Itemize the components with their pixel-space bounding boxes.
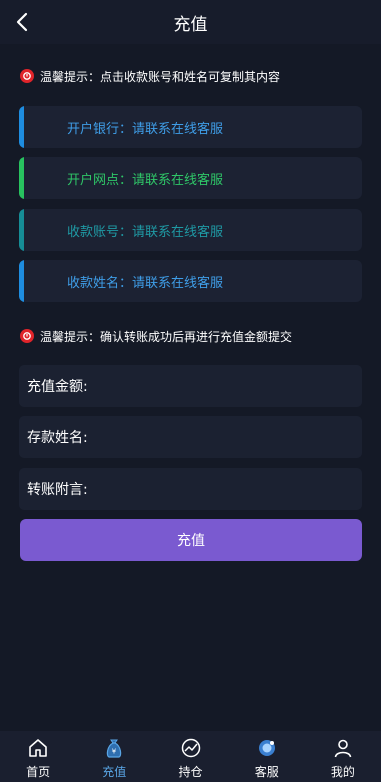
account-value[interactable]: 请联系在线客服	[132, 221, 223, 240]
tab-positions[interactable]: 持仓	[152, 731, 228, 782]
back-button[interactable]	[8, 8, 36, 36]
account-card[interactable]: 收款账号： 请联系在线客服	[19, 209, 362, 251]
amount-field[interactable]: 充值金额:	[19, 365, 362, 407]
chart-icon	[179, 736, 203, 760]
tab-recharge[interactable]: ¥ 充值	[76, 731, 152, 782]
amount-label: 充值金额:	[27, 379, 88, 395]
moneybag-icon: ¥	[102, 736, 126, 760]
tab-positions-label: 持仓	[178, 765, 203, 779]
payee-name-label: 收款姓名：	[67, 275, 133, 291]
tab-recharge-label: 充值	[102, 765, 127, 779]
account-card-bar	[19, 209, 24, 251]
page-title: 充值	[173, 14, 208, 35]
copy-tip: 温馨提示：点击收款账号和姓名可复制其内容	[20, 66, 280, 86]
account-label: 收款账号：	[67, 224, 133, 240]
transfer-note-field[interactable]: 转账附言:	[19, 468, 362, 510]
depositor-name-input[interactable]	[87, 416, 362, 458]
depositor-name-field[interactable]: 存款姓名:	[19, 416, 362, 458]
alert-icon	[20, 69, 34, 83]
branch-value: 请联系在线客服	[132, 172, 224, 188]
home-icon	[26, 736, 50, 760]
alert-icon	[20, 329, 34, 343]
payee-name-card[interactable]: 收款姓名： 请联系在线客服	[19, 260, 362, 302]
tab-profile[interactable]: 我的	[305, 731, 381, 782]
bank-card: 开户银行： 请联系在线客服	[19, 106, 362, 148]
depositor-name-label: 存款姓名:	[27, 430, 88, 446]
tab-home-label: 首页	[26, 765, 51, 779]
bank-value: 请联系在线客服	[132, 121, 224, 137]
submit-tip: 温馨提示：确认转账成功后再进行充值金额提交	[20, 326, 292, 346]
bank-card-bar	[19, 106, 24, 148]
payee-name-value[interactable]: 请联系在线客服	[132, 272, 223, 291]
transfer-note-input[interactable]	[87, 468, 362, 510]
svg-text:¥: ¥	[112, 748, 117, 756]
branch-label: 开户网点：	[67, 172, 133, 188]
transfer-note-label: 转账附言:	[27, 482, 88, 498]
amount-input[interactable]	[87, 365, 362, 407]
support-icon	[255, 736, 279, 760]
submit-button[interactable]: 充值	[20, 519, 362, 561]
branch-card-bar	[19, 157, 24, 199]
submit-tip-text: 温馨提示：确认转账成功后再进行充值金额提交	[40, 329, 293, 344]
tab-support-label: 客服	[254, 765, 279, 779]
header-bar: 充值	[0, 0, 381, 44]
branch-card: 开户网点： 请联系在线客服	[19, 157, 362, 199]
copy-tip-text: 温馨提示：点击收款账号和姓名可复制其内容	[40, 69, 281, 84]
tab-support[interactable]: 客服	[229, 731, 305, 782]
bank-label: 开户银行：	[67, 121, 133, 137]
tab-profile-label: 我的	[330, 765, 355, 779]
payee-name-card-bar	[19, 260, 24, 302]
chevron-left-icon	[16, 12, 28, 32]
bottom-tab-bar: 首页 ¥ 充值 持仓 客服 我的	[0, 731, 381, 782]
tab-home[interactable]: 首页	[0, 731, 76, 782]
user-icon	[331, 736, 355, 760]
